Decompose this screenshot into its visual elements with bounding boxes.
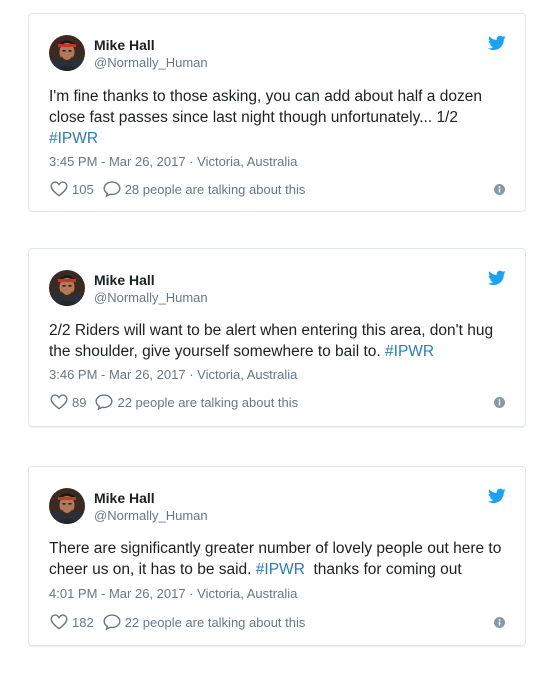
like-button[interactable]: 89 [50, 394, 86, 410]
tweet-location: Victoria, Australia [197, 154, 298, 169]
conversation-button[interactable]: 22 people are talking about this [95, 394, 298, 410]
meta-separator: · [185, 367, 198, 382]
author-name[interactable]: Mike Hall [94, 36, 208, 54]
heart-icon [50, 614, 68, 630]
twitter-bird-icon[interactable] [488, 35, 506, 51]
speech-bubble-icon [103, 614, 121, 630]
twitter-bird-icon[interactable] [488, 488, 506, 504]
hashtag-link[interactable]: #IPWR [256, 561, 305, 578]
like-count: 182 [72, 614, 94, 630]
heart-icon [50, 394, 68, 410]
tweet-timestamp[interactable]: 3:45 PM - Mar 26, 2017 [49, 154, 186, 169]
tweet-actions: 182 22 people are talking about this [50, 613, 505, 631]
tweet-text-body: I'm fine thanks to those asking, you can… [49, 88, 482, 126]
conversation-button[interactable]: 28 people are talking about this [103, 181, 306, 197]
tweet-timestamp[interactable]: 3:46 PM - Mar 26, 2017 [49, 367, 186, 382]
author-block[interactable]: Mike Hall @Normally_Human [94, 489, 208, 524]
avatar[interactable] [49, 270, 85, 306]
tweet-text: 2/2 Riders will want to be alert when en… [49, 320, 507, 362]
tweet-timestamp[interactable]: 4:01 PM - Mar 26, 2017 [49, 586, 186, 601]
talking-count: 28 people are talking about this [124, 181, 306, 197]
talking-count: 22 people are talking about this [117, 394, 299, 410]
tweet-text: I'm fine thanks to those asking, you can… [49, 86, 507, 149]
tweet-card[interactable]: Mike Hall @Normally_Human There are sign… [28, 466, 526, 646]
tweet-location: Victoria, Australia [197, 586, 298, 601]
tweet-meta: 3:46 PM - Mar 26, 2017 · Victoria, Austr… [49, 367, 297, 383]
info-icon[interactable] [494, 397, 505, 408]
avatar[interactable] [49, 488, 85, 524]
info-icon[interactable] [494, 184, 505, 195]
author-handle[interactable]: @Normally_Human [94, 54, 208, 71]
speech-bubble-icon [103, 181, 121, 197]
twitter-bird-icon[interactable] [488, 270, 506, 286]
conversation-button[interactable]: 22 people are talking about this [103, 614, 306, 630]
avatar[interactable] [49, 35, 85, 71]
author-name[interactable]: Mike Hall [94, 271, 208, 289]
speech-bubble-icon [95, 394, 113, 410]
tweet-header[interactable]: Mike Hall @Normally_Human [49, 33, 208, 73]
tweet-meta: 3:45 PM - Mar 26, 2017 · Victoria, Austr… [49, 154, 297, 170]
meta-separator: · [185, 154, 198, 169]
hashtag-link[interactable]: #IPWR [385, 343, 434, 360]
tweet-header[interactable]: Mike Hall @Normally_Human [49, 268, 208, 308]
tweet-card[interactable]: Mike Hall @Normally_Human I'm fine thank… [28, 13, 526, 212]
author-handle[interactable]: @Normally_Human [94, 289, 208, 306]
hashtag-link[interactable]: #IPWR [49, 130, 98, 147]
like-button[interactable]: 105 [50, 181, 94, 197]
tweet-text-tail: thanks for coming out [304, 561, 462, 578]
tweet-actions: 105 28 people are talking about this [50, 180, 505, 198]
talking-count: 22 people are talking about this [124, 614, 306, 630]
tweet-location: Victoria, Australia [197, 367, 298, 382]
tweet-actions: 89 22 people are talking about this [50, 393, 505, 411]
like-count: 89 [72, 394, 87, 410]
author-block[interactable]: Mike Hall @Normally_Human [94, 271, 208, 306]
meta-separator: · [185, 586, 198, 601]
tweet-card[interactable]: Mike Hall @Normally_Human 2/2 Riders wil… [28, 248, 526, 427]
info-icon[interactable] [494, 617, 505, 628]
author-block[interactable]: Mike Hall @Normally_Human [94, 36, 208, 71]
like-button[interactable]: 182 [50, 614, 94, 630]
author-handle[interactable]: @Normally_Human [94, 507, 208, 524]
like-count: 105 [72, 181, 94, 197]
tweet-meta: 4:01 PM - Mar 26, 2017 · Victoria, Austr… [49, 586, 297, 602]
heart-icon [50, 181, 68, 197]
author-name[interactable]: Mike Hall [94, 489, 208, 507]
tweet-header[interactable]: Mike Hall @Normally_Human [49, 486, 208, 526]
tweet-text: There are significantly greater number o… [49, 538, 507, 580]
